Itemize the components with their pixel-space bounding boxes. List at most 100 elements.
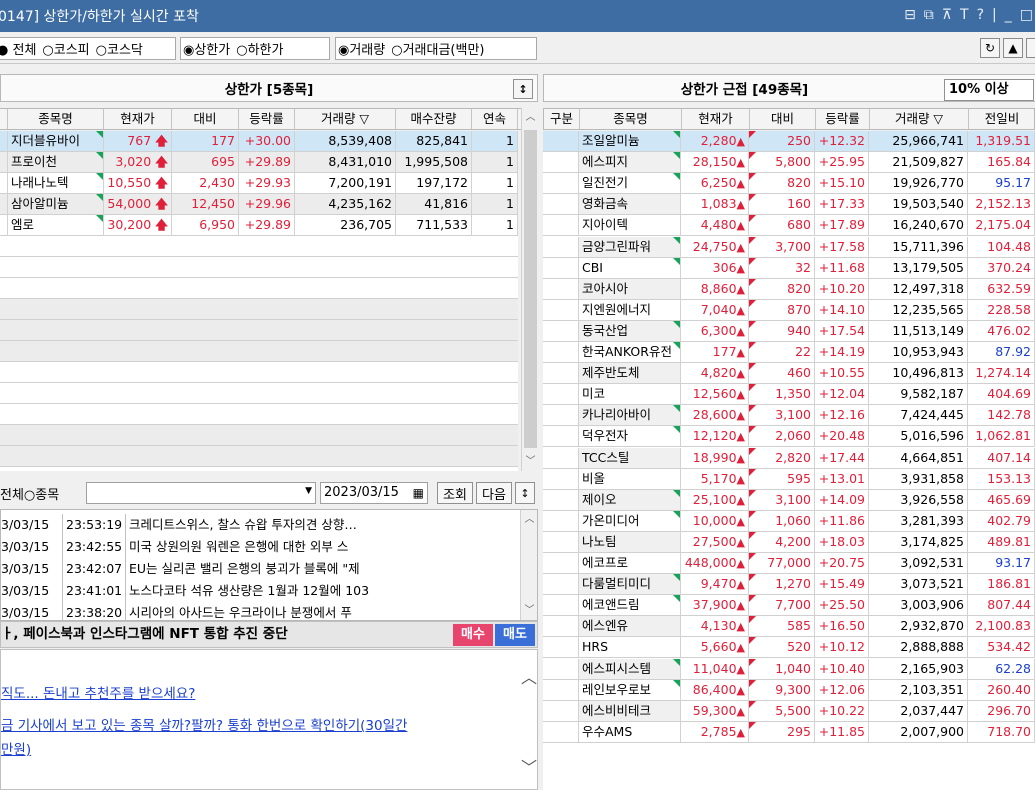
news-radio[interactable]: 전체○종목 [0, 484, 59, 503]
col-price[interactable]: 현재가 [104, 109, 172, 129]
table-row[interactable]: 우수AMS 2,785▲ 295 +11.85 2,007,900 718.70 [543, 721, 1035, 743]
col-rate[interactable]: 등락률 [239, 109, 295, 129]
dropdown-icon[interactable]: ▼ [305, 486, 312, 496]
table-row[interactable]: 지더블유바이 767 🡅 177 +30.00 8,539,408 825,841 1 [0, 131, 518, 152]
news-item[interactable]: 3/03/15 23:42:07 EU는 실리콘 밸리 은행의 붕괴가 블록에 "제 [1, 558, 521, 580]
calendar-icon[interactable]: ▦ [413, 483, 424, 503]
table-row[interactable]: 미코 12,560▲ 1,350 +12.04 9,582,187 404.69 [543, 384, 1035, 406]
promo-link-2[interactable]: 금 기사에서 보고 있는 종목 살까?팔까? 통화 한번으로 확인하기(30일간 [1, 714, 407, 734]
stock-name: 일진전기 [579, 173, 681, 194]
col-price[interactable]: 현재가 [682, 109, 750, 129]
col-volume[interactable]: 거래량 ▽ [870, 109, 969, 129]
table-row[interactable]: 제주반도체 4,820▲ 460 +10.55 10,496,813 1,274.14 [543, 363, 1035, 385]
link-icon[interactable]: ⧉ [924, 7, 934, 23]
scroll-down-icon[interactable]: ﹀ [521, 754, 537, 778]
scroll-up-icon[interactable]: ︿ [521, 664, 537, 688]
table-row[interactable]: 레인보우로보 86,400▲ 9,300 +12.06 2,103,351 260.40 [543, 679, 1035, 701]
table-row[interactable]: 엠로 30,200 🡅 6,950 +29.89 236,705 711,533 1 [0, 215, 518, 236]
table-row[interactable]: 에스피지 28,150▲ 5,800 +25.95 21,509,827 165.84 [543, 152, 1035, 174]
table-row[interactable]: CBI 306▲ 32 +11.68 13,179,505 370.24 [543, 257, 1035, 279]
radio-kospi[interactable]: ○코스피 [42, 39, 89, 58]
table-row[interactable]: 프로이천 3,020 🡅 695 +29.89 8,431,010 1,995,508 1 [0, 152, 518, 173]
toggle-button[interactable]: ↕ [513, 79, 533, 99]
flag-icon [749, 489, 756, 497]
news-item[interactable]: 3/03/15 23:41:01 노스다코타 석유 생산량은 1월과 12월에 10… [1, 580, 521, 602]
screen-icon[interactable]: ⊟ [904, 7, 916, 23]
table-row[interactable]: 다룸멀티미디 9,470▲ 1,270 +15.49 3,073,521 186.81 [543, 574, 1035, 596]
col-rate[interactable]: 등락률 [816, 109, 870, 129]
radio-upper[interactable]: ◉상한가 [183, 39, 230, 58]
radio-volume[interactable]: ◉거래량 [338, 39, 385, 58]
table-row[interactable]: 일진전기 6,250▲ 820 +15.10 19,926,770 95.17 [543, 173, 1035, 195]
table-row[interactable]: 지엔원에너지 7,040▲ 870 +14.10 12,235,565 228.58 [543, 299, 1035, 321]
radio-lower[interactable]: ○하한가 [236, 39, 283, 58]
flag-icon [96, 131, 103, 138]
radio-all[interactable]: ● 전체 [0, 39, 36, 58]
scroll-thumb[interactable] [524, 130, 537, 448]
sell-button[interactable]: 매도 [495, 624, 535, 646]
radio-amount[interactable]: ○거래대금(백만) [391, 39, 484, 58]
table-row[interactable]: 제이오 25,100▲ 3,100 +14.09 3,926,558 465.69 [543, 489, 1035, 511]
table-row[interactable]: 비올 5,170▲ 595 +13.01 3,931,858 153.13 [543, 468, 1035, 490]
col-volume[interactable]: 거래량 ▽ [295, 109, 396, 129]
col-name[interactable]: 종목명 [580, 109, 682, 129]
scroll-down-icon[interactable]: ﹀ [521, 602, 538, 619]
col-type[interactable]: 구분 [544, 109, 580, 129]
upper-limit-scrollbar[interactable]: ︿ ﹀ [521, 108, 538, 471]
table-row[interactable]: 동국산업 6,300▲ 940 +17.54 11,513,149 476.02 [543, 320, 1035, 342]
font-icon[interactable]: T [960, 7, 969, 23]
minimize-icon[interactable]: _ [1005, 7, 1012, 23]
help-icon[interactable]: ? [977, 7, 984, 23]
news-item[interactable]: 3/03/15 23:42:55 미국 상원의원 워렌은 은행에 대한 외부 스 [1, 536, 521, 558]
table-row[interactable]: 에코프로 448,000▲ 77,000 +20.75 3,092,531 93.17 [543, 553, 1035, 574]
refresh-button[interactable]: ↻ [980, 38, 1000, 58]
promo-link-3[interactable]: 만원) [1, 738, 31, 758]
col-type[interactable] [0, 109, 8, 129]
table-row[interactable]: 금양그린파워 24,750▲ 3,700 +17.58 15,711,396 104.48 [543, 236, 1035, 258]
threshold-select[interactable]: 10% 이상 [944, 79, 1034, 101]
price-value: 4,480 [700, 217, 737, 233]
table-row[interactable]: TCC스틸 18,990▲ 2,820 +17.44 4,664,851 407.14 [543, 447, 1035, 469]
table-row[interactable]: 나노팀 27,500▲ 4,200 +18.03 3,174,825 489.81 [543, 531, 1035, 553]
table-row[interactable]: 삼아알미늄 54,000 🡅 12,450 +29.96 4,235,162 41,816… [0, 194, 518, 215]
news-item[interactable]: 3/03/15 23:53:19 크레디트스위스, 찰스 슈왑 투자의견 상향… [1, 514, 521, 536]
buy-button[interactable]: 매수 [453, 624, 493, 646]
col-change[interactable]: 대비 [750, 109, 816, 129]
flag-icon [673, 679, 680, 687]
col-name[interactable]: 종목명 [8, 109, 104, 129]
table-row[interactable]: 지아이텍 4,480▲ 680 +17.89 16,240,670 2,175.04 [543, 215, 1035, 237]
maximize-icon[interactable]: □ [1020, 7, 1033, 23]
col-streak[interactable]: 연속 [472, 109, 518, 129]
scroll-up-icon[interactable]: ︿ [521, 511, 538, 528]
table-row[interactable]: 한국ANKOR유전 177▲ 22 +14.19 10,953,943 87.92 [543, 342, 1035, 363]
up-button[interactable]: ▲ [1003, 38, 1023, 58]
table-row[interactable]: HRS 5,660▲ 520 +10.12 2,888,888 534.42 [543, 637, 1035, 659]
triangle-up-icon: ▲ [736, 641, 745, 655]
pin-icon[interactable]: ⊼ [942, 7, 952, 23]
promo-link-1[interactable]: 직도... 돈내고 추천주를 받으세요? [1, 682, 195, 702]
col-bid[interactable]: 매수잔량 [396, 109, 472, 129]
table-row[interactable]: 에코앤드림 37,900▲ 7,700 +25.50 3,003,906 807.44 [543, 595, 1035, 617]
table-row[interactable]: 조일알미늄 2,280▲ 250 +12.32 25,966,741 1,319.51 [543, 131, 1035, 152]
table-row[interactable]: 카나리아바이 28,600▲ 3,100 +12.16 7,424,445 142.78 [543, 405, 1035, 427]
news-scrollbar[interactable]: ︿ ﹀ [520, 510, 537, 620]
table-row[interactable]: 에스피시스템 11,040▲ 1,040 +10.40 2,165,903 62.28 [543, 658, 1035, 680]
col-change[interactable]: 대비 [172, 109, 239, 129]
down-button[interactable] [1026, 38, 1035, 58]
table-row[interactable]: 에스엔유 4,130▲ 585 +16.50 2,932,870 2,100.83 [543, 616, 1035, 638]
next-button[interactable]: 다음 [476, 482, 512, 504]
table-row[interactable]: 덕우전자 12,120▲ 2,060 +20.48 5,016,596 1,062.81 [543, 426, 1035, 448]
query-button[interactable]: 조회 [437, 482, 473, 504]
table-row[interactable]: 나래나노텍 10,550 🡅 2,430 +29.93 7,200,191 197,172… [0, 173, 518, 194]
stock-search-input[interactable]: ▼ [86, 482, 316, 504]
table-row[interactable]: 영화금속 1,083▲ 160 +17.33 19,503,540 2,152.13 [543, 194, 1035, 216]
radio-kosdaq[interactable]: ○코스닥 [96, 39, 143, 58]
col-prev-ratio[interactable]: 전일비 [969, 109, 1035, 129]
scroll-up-icon[interactable]: ︿ [522, 109, 539, 126]
news-toggle-button[interactable]: ↕ [515, 482, 535, 504]
table-row[interactable]: 코아시아 8,860▲ 820 +10.20 12,497,318 632.59 [543, 278, 1035, 300]
date-input[interactable]: 2023/03/15 ▦ [320, 482, 428, 504]
table-row[interactable]: 가온미디어 10,000▲ 1,060 +11.86 3,281,393 402.79 [543, 510, 1035, 532]
scroll-down-icon[interactable]: ﹀ [522, 453, 539, 470]
table-row[interactable]: 에스비비테크 59,300▲ 5,500 +10.22 2,037,447 296.70 [543, 700, 1035, 722]
